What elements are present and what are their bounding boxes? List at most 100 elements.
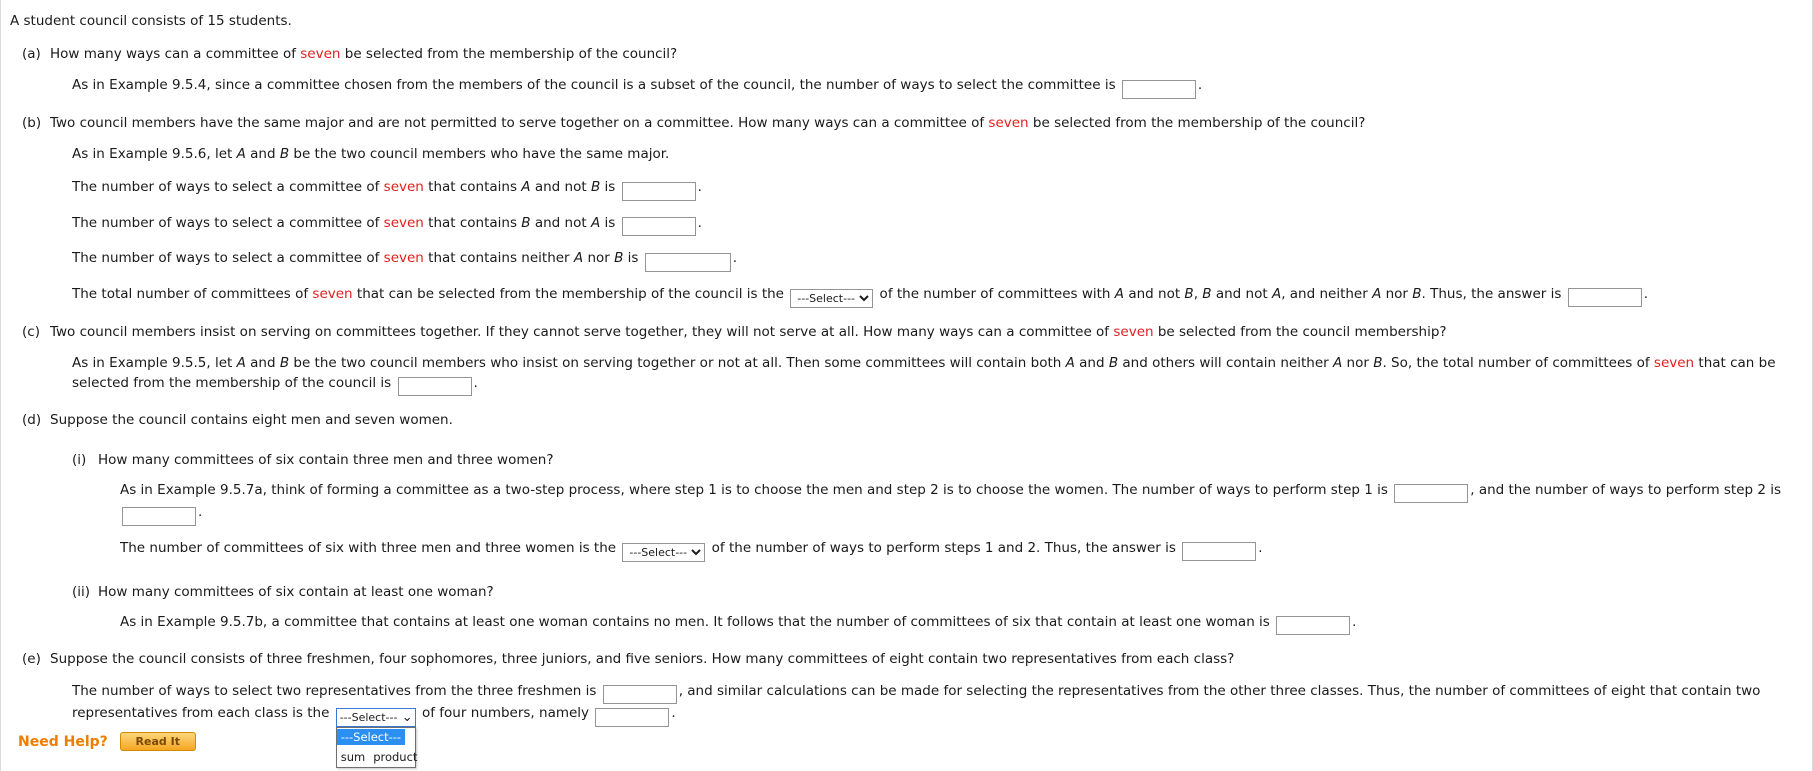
part-e-line-1: The number of ways to select two represe… [72, 682, 1813, 769]
part-c-period: . [473, 374, 478, 391]
part-d: (d) Suppose the council contains eight m… [0, 412, 1813, 636]
part-b-line-5-t7: , and neither [1281, 285, 1373, 302]
part-b-line-2-t4: is [600, 179, 620, 196]
part-e-option-select[interactable]: ---Select--- [336, 729, 406, 746]
part-d-sub-i: (i) How many committees of six contain t… [50, 452, 1813, 562]
part-c-t7: . So, the total number of committees of [1382, 355, 1654, 372]
part-b-line-2-t2: that contains [423, 179, 522, 196]
part-d-i-t4: of the number of ways to perform steps 1… [707, 539, 1181, 556]
part-b-line-5: The total number of committees of seven … [72, 285, 1813, 308]
part-c-question-highlight: seven [1113, 323, 1154, 340]
part-c-var-a2: A [1065, 355, 1075, 372]
part-a-label: (a) [22, 45, 41, 62]
part-b-line-3-t4: is [600, 214, 620, 231]
part-d-i-t2: , and the number of ways to perform step… [1470, 481, 1782, 498]
part-d-i-answer-input[interactable] [1182, 542, 1257, 562]
part-c-t5: and others will contain neither [1118, 355, 1333, 372]
part-e-numbers-input[interactable] [595, 707, 670, 727]
part-d-sub-i-line-2: The number of committees of six with thr… [120, 539, 1813, 562]
part-d-ii-period: . [1352, 613, 1357, 630]
part-b-operation-select[interactable]: ---Select---sumproduct [790, 288, 874, 308]
part-c-var-b2: B [1108, 355, 1119, 372]
part-b-answer-input-1[interactable] [621, 181, 696, 201]
part-d-i-t1: As in Example 9.5.7a, think of forming a… [120, 481, 1393, 498]
need-help-label: Need Help? [18, 733, 108, 750]
part-b-line-3-t2: that contains [423, 214, 522, 231]
part-b-line-2-highlight: seven [383, 179, 424, 196]
part-b-line-1-t3: be the two council members who have the … [289, 146, 670, 163]
part-a-answer-input[interactable] [1121, 79, 1196, 99]
chevron-down-icon: ⌄ [401, 709, 413, 725]
intro-text: A student council consists of 15 student… [10, 13, 292, 29]
part-b-line-5-var-b1: B [1184, 285, 1194, 302]
part-b-line-5-var-a3: A [1372, 285, 1382, 302]
part-b-line-4-t4: is [623, 250, 643, 267]
part-b-line-2-var-a: A [521, 179, 531, 196]
part-b-line-2: The number of ways to select a committee… [72, 178, 1813, 201]
part-e-option-sum[interactable]: sum [337, 749, 369, 765]
part-b-line-3-t1: The number of ways to select a committee… [72, 214, 384, 231]
part-b-line-1-var-b: B [279, 146, 290, 163]
part-d-i-operation-select[interactable]: ---Select---sumproduct [622, 542, 706, 562]
part-b-answer-input-3[interactable] [644, 252, 731, 272]
part-c-answer-input[interactable] [397, 377, 472, 397]
part-b-line-3-period: . [697, 214, 702, 231]
part-a-question: How many ways can a committee of seven b… [50, 46, 1813, 64]
part-e-operation-combo[interactable]: ---Select--- ⌄ ---Select---sum product [335, 708, 417, 769]
part-b-question-highlight: seven [988, 114, 1029, 131]
part-b-line-5-t4: and not [1124, 285, 1185, 302]
part-b-line-5-t3: of the number of committees with [875, 285, 1115, 302]
part-e-operation-combo-value: ---Select--- [339, 711, 398, 725]
part-d-sub-ii-line-1: As in Example 9.5.7b, a committee that c… [120, 613, 1813, 636]
part-c-var-b1: B [279, 355, 290, 372]
part-d-i-step2-input[interactable] [122, 506, 196, 526]
part-b-line-5-var-a2: A [1271, 285, 1282, 302]
part-c-t3: be the two council members who insist on… [289, 355, 1066, 372]
part-c-question: Two council members insist on serving on… [50, 324, 1813, 342]
part-b-line-4-highlight: seven [383, 250, 424, 267]
part-b-line-4: The number of ways to select a committee… [72, 249, 1813, 272]
part-b-line-5-highlight: seven [312, 285, 353, 302]
part-b-answer-input-2[interactable] [621, 217, 696, 237]
part-d-question: Suppose the council contains eight men a… [50, 412, 453, 429]
part-d-sub-ii: (ii) How many committees of six contain … [50, 584, 1813, 636]
part-e-operation-combo-box[interactable]: ---Select--- ⌄ [335, 708, 416, 728]
part-c-t2: and [245, 355, 280, 372]
part-e-operation-combo-list[interactable]: ---Select---sum product [335, 727, 417, 769]
part-b-line-1-t1: As in Example 9.5.6, let [72, 146, 237, 163]
part-a-question-pre: How many ways can a committee of [50, 45, 301, 62]
part-c-label: (c) [22, 323, 40, 340]
part-b: (b) Two council members have the same ma… [0, 115, 1813, 308]
part-b-line-2-t1: The number of ways to select a committee… [72, 179, 384, 196]
part-b-line-1-t2: and [245, 146, 280, 163]
part-b-line-5-t8: nor [1381, 285, 1413, 302]
part-b-line-3-var-b: B [521, 214, 531, 231]
part-d-ii-t1: As in Example 9.5.7b, a committee that c… [120, 613, 1275, 630]
part-d-i-step1-input[interactable] [1394, 484, 1469, 504]
part-b-line-1-var-a: A [236, 146, 246, 163]
part-b-line-4-t3: nor [583, 250, 615, 267]
part-c-highlight: seven [1653, 355, 1695, 372]
part-b-line-3-highlight: seven [383, 214, 424, 231]
part-c-question-pre: Two council members insist on serving on… [50, 323, 1114, 340]
part-e-freshmen-input[interactable] [602, 685, 677, 705]
part-c-t4: and [1074, 355, 1109, 372]
part-c-t6: nor [1342, 355, 1374, 372]
part-c-var-a1: A [236, 355, 246, 372]
part-e: (e) Suppose the council consists of thre… [0, 651, 1813, 769]
read-it-button[interactable]: Read It [119, 732, 196, 751]
part-c-t1: As in Example 9.5.5, let [72, 355, 237, 372]
part-e-label: (e) [22, 651, 41, 668]
part-d-i-period-2: . [1258, 539, 1263, 556]
part-d-ii-answer-input[interactable] [1276, 616, 1351, 636]
part-b-answer-input-total[interactable] [1567, 288, 1642, 308]
part-d-sub-i-question: How many committees of six contain three… [98, 451, 554, 468]
part-b-line-4-var-a: A [573, 250, 584, 267]
part-b-line-3: The number of ways to select a committee… [72, 214, 1813, 237]
part-e-t3: of four numbers, namely [417, 705, 594, 722]
part-b-line-5-var-b3: B [1412, 285, 1422, 302]
part-b-line-5-var-b2: B [1202, 285, 1212, 302]
part-b-line-2-t3: and not [530, 179, 591, 196]
part-b-line-4-period: . [732, 250, 738, 267]
part-e-option-product[interactable]: product [369, 749, 421, 765]
